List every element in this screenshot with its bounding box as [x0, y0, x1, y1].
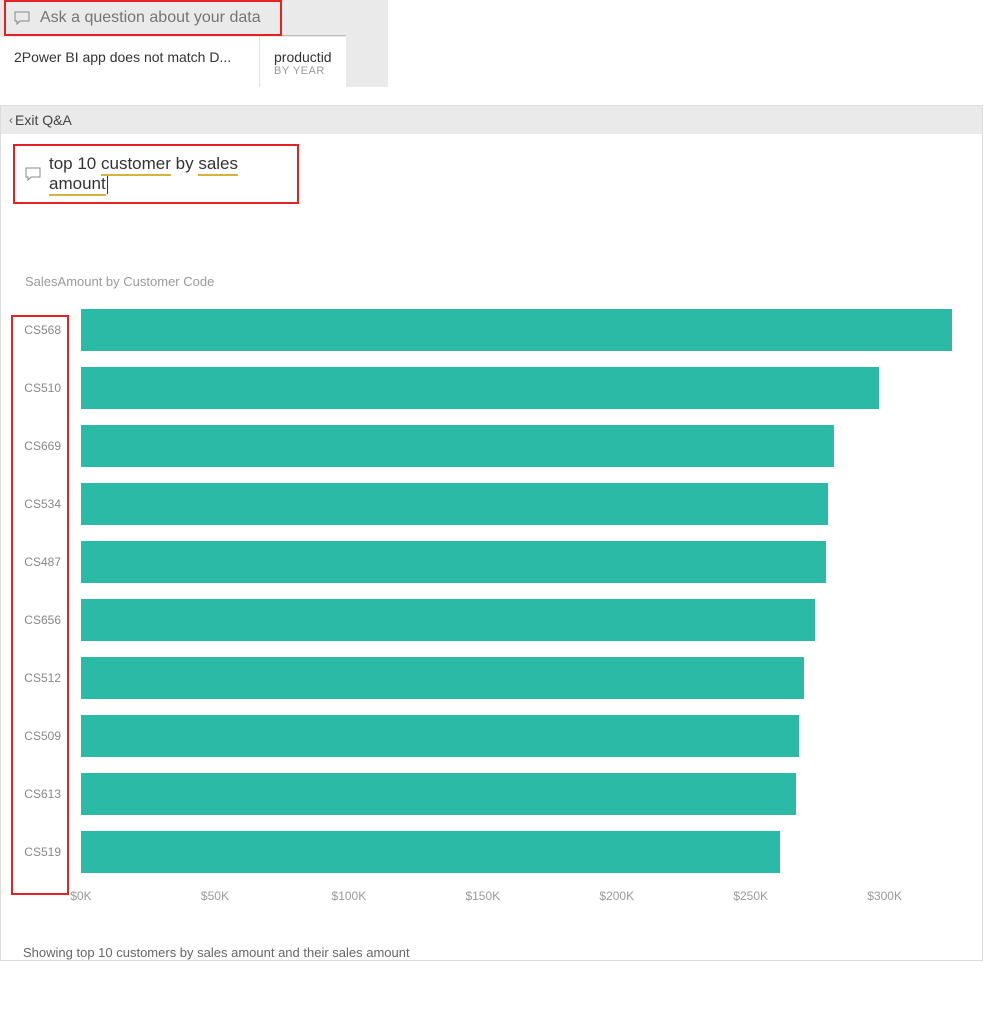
tab-report-2[interactable]: productid BY YEAR — [260, 37, 346, 87]
x-axis: $0K$50K$100K$150K$200K$250K$300K — [81, 885, 965, 909]
y-axis-label: CS534 — [11, 497, 71, 511]
bar-track — [71, 831, 971, 873]
bar-track — [71, 483, 971, 525]
bar-track — [71, 541, 971, 583]
tab-report-1[interactable]: 2Power BI app does not match D... — [0, 37, 260, 87]
y-axis-label: CS487 — [11, 555, 71, 569]
speech-bubble-icon — [14, 11, 30, 25]
qna-result-panel: ‹ Exit Q&A top 10 customer by sales amou… — [0, 105, 983, 961]
bar[interactable] — [81, 657, 804, 699]
x-axis-tick: $200K — [599, 889, 634, 903]
result-summary-text: Showing top 10 customers by sales amount… — [23, 945, 982, 960]
chart-title: SalesAmount by Customer Code — [25, 274, 982, 289]
bar[interactable] — [81, 309, 952, 351]
qna-query-box[interactable]: top 10 customer by sales amount — [13, 144, 299, 204]
bars-container: CS568 CS510 CS669 CS534 CS487 CS656 CS512 CS509… — [11, 301, 971, 881]
chart-row: CS512 — [11, 649, 971, 707]
y-axis-label: CS613 — [11, 787, 71, 801]
report-tabs: 2Power BI app does not match D... produc… — [0, 37, 388, 87]
y-axis-label: CS510 — [11, 381, 71, 395]
bar[interactable] — [81, 831, 780, 873]
chart-row: CS534 — [11, 475, 971, 533]
qna-query-text: top 10 customer by sales amount — [49, 154, 287, 194]
bar[interactable] — [81, 773, 796, 815]
exit-qna-button[interactable]: ‹ Exit Q&A — [1, 106, 982, 134]
x-axis-tick: $0K — [70, 889, 91, 903]
chart-row: CS568 — [11, 301, 971, 359]
qna-ask-bar[interactable] — [4, 0, 282, 36]
bar[interactable] — [81, 425, 834, 467]
bar[interactable] — [81, 599, 815, 641]
bar[interactable] — [81, 483, 828, 525]
chart-row: CS656 — [11, 591, 971, 649]
y-axis-label: CS669 — [11, 439, 71, 453]
chevron-left-icon: ‹ — [9, 113, 13, 127]
y-axis-label: CS509 — [11, 729, 71, 743]
chart-row: CS487 — [11, 533, 971, 591]
tab-label: 2Power BI app does not match D... — [14, 49, 231, 65]
bar-track — [71, 599, 971, 641]
y-axis-label: CS656 — [11, 613, 71, 627]
bar-track — [71, 425, 971, 467]
x-axis-tick: $150K — [465, 889, 500, 903]
bar-track — [71, 309, 971, 351]
y-axis-label: CS568 — [11, 323, 71, 337]
y-axis-label: CS519 — [11, 845, 71, 859]
x-axis-tick: $300K — [867, 889, 902, 903]
speech-bubble-icon — [25, 167, 41, 181]
bar-track — [71, 773, 971, 815]
bar-track — [71, 657, 971, 699]
bar[interactable] — [81, 367, 879, 409]
exit-qna-label: Exit Q&A — [15, 112, 72, 128]
chart-row: CS510 — [11, 359, 971, 417]
ask-input-underline — [282, 35, 346, 36]
bar-track — [71, 715, 971, 757]
bar-track — [71, 367, 971, 409]
bar[interactable] — [81, 541, 826, 583]
x-axis-tick: $100K — [332, 889, 367, 903]
chart-row: CS519 — [11, 823, 971, 881]
qna-ask-region: 2Power BI app does not match D... produc… — [0, 0, 388, 87]
bar[interactable] — [81, 715, 799, 757]
chart-row: CS613 — [11, 765, 971, 823]
text-cursor — [107, 176, 108, 194]
tab-sublabel: BY YEAR — [274, 65, 332, 77]
bar-chart: CS568 CS510 CS669 CS534 CS487 CS656 CS512 CS509… — [11, 301, 971, 909]
chart-row: CS669 — [11, 417, 971, 475]
tab-label: productid — [274, 49, 332, 65]
qna-ask-input[interactable] — [38, 8, 272, 28]
x-axis-tick: $50K — [201, 889, 229, 903]
y-axis-label: CS512 — [11, 671, 71, 685]
chart-row: CS509 — [11, 707, 971, 765]
x-axis-tick: $250K — [733, 889, 768, 903]
